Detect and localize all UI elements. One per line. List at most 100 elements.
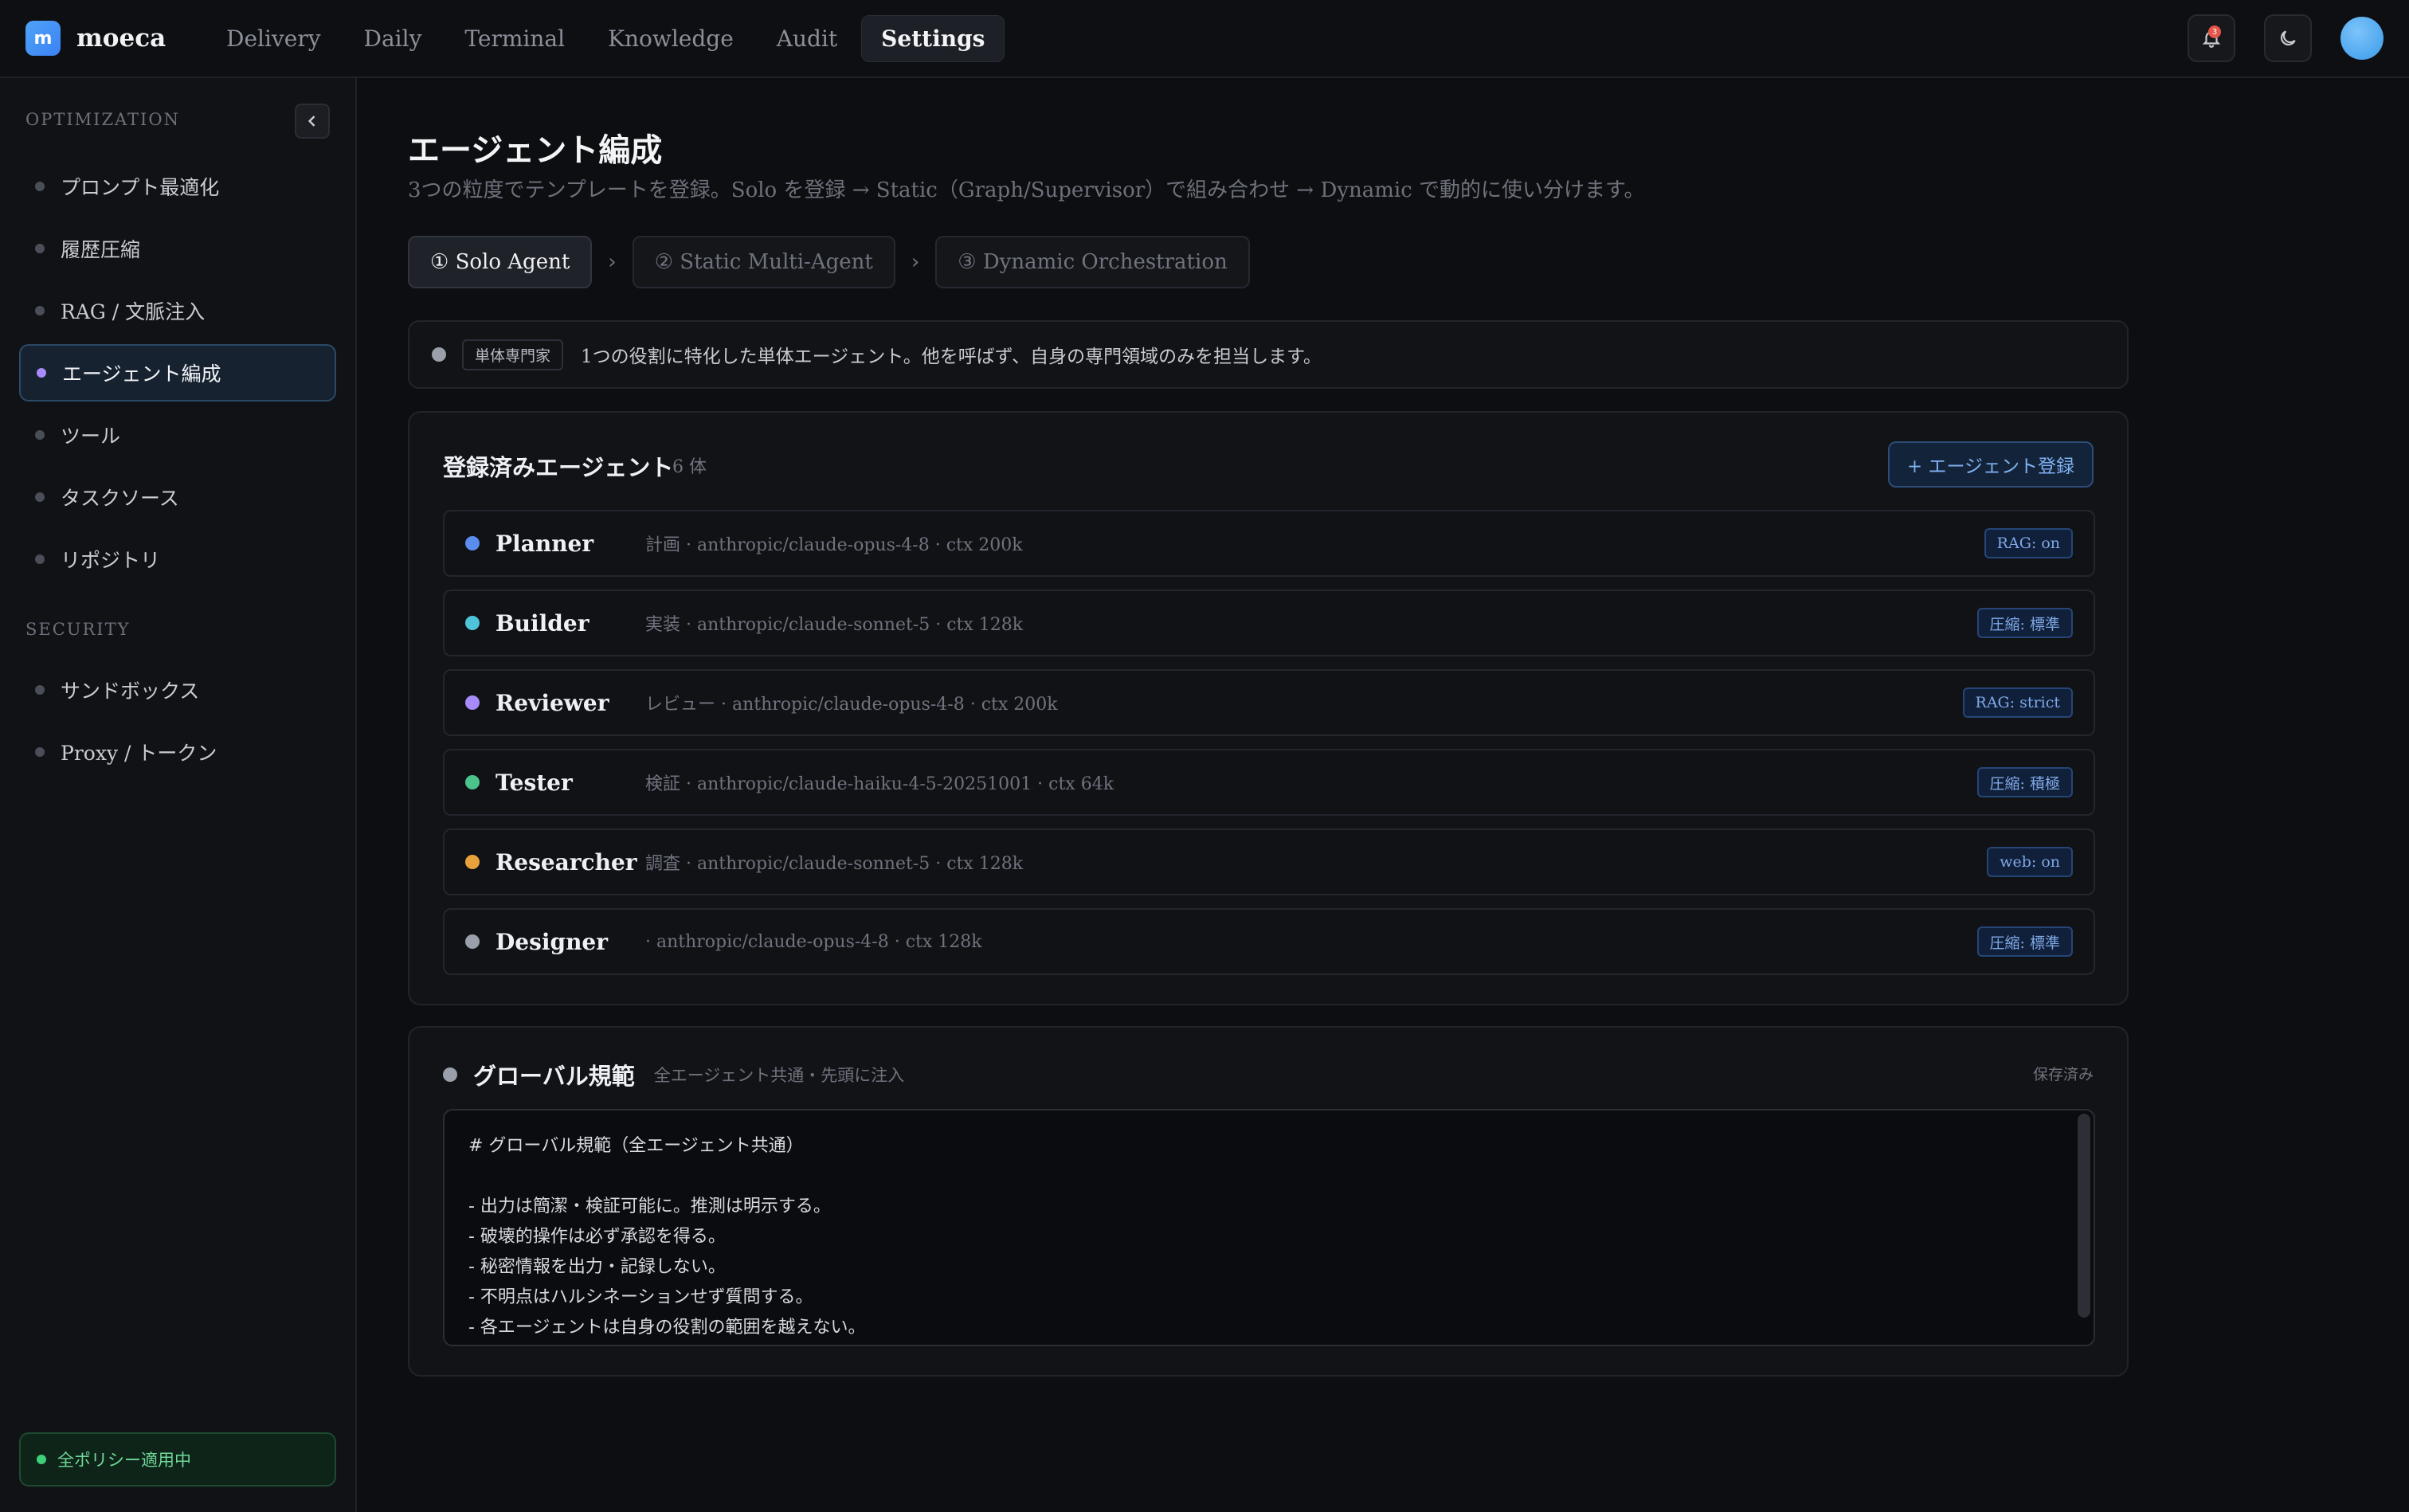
agent-badge: RAG: on — [1984, 528, 2073, 558]
global-rules-title: グローバル規範 — [473, 1063, 635, 1090]
policy-status-badge: 全ポリシー適用中 — [19, 1432, 336, 1487]
add-agent-button[interactable]: + エージェント登録 — [1887, 441, 2094, 488]
sidebar-section-optimization: OPTIMIZATION — [25, 110, 180, 129]
editor-scrollbar[interactable] — [2078, 1114, 2090, 1318]
agent-name: Reviewer — [496, 689, 609, 716]
agent-name: Planner — [496, 530, 594, 557]
status-dot-icon — [432, 347, 446, 362]
agent-meta: 検証 · anthropic/claude-haiku-4-5-20251001… — [645, 774, 1114, 794]
sidebar-item-proxy-token[interactable]: Proxy / トークン — [19, 723, 336, 781]
bullet-icon — [37, 368, 46, 378]
bullet-icon — [35, 244, 45, 253]
sidebar-item-label: Proxy / トークン — [61, 742, 217, 765]
notification-count-badge: 3 — [2208, 25, 2221, 38]
page-subtitle: 3つの粒度でテンプレートを登録。Solo を登録 → Static（Graph/… — [408, 178, 1645, 202]
agent-count: 6 体 — [672, 457, 707, 477]
sidebar: OPTIMIZATION プロンプト最適化 履歴圧縮 RAG / 文脈注入 エー… — [0, 78, 357, 1512]
agent-row-builder[interactable]: Builder 実装 · anthropic/claude-sonnet-5 ·… — [443, 590, 2095, 656]
tab-dynamic-orchestration[interactable]: ③ Dynamic Orchestration — [935, 236, 1250, 288]
nav-knowledge[interactable]: Knowledge — [589, 16, 753, 61]
sidebar-item-task-sources[interactable]: タスクソース — [19, 468, 336, 526]
agent-color-dot-icon — [465, 775, 480, 789]
agent-meta: · anthropic/claude-opus-4-8 · ctx 128k — [645, 931, 982, 952]
policy-status-label: 全ポリシー適用中 — [57, 1451, 191, 1470]
editor-line: - 各エージェントは自身の役割の範囲を越えない。 — [468, 1318, 866, 1338]
sidebar-item-label: ツール — [61, 425, 121, 448]
tab-solo-agent[interactable]: ① Solo Agent — [408, 236, 593, 288]
agent-color-dot-icon — [465, 934, 480, 949]
sidebar-item-sandbox[interactable]: サンドボックス — [19, 661, 336, 719]
brand[interactable]: m moeca — [25, 21, 201, 56]
sidebar-item-agent-orchestration[interactable]: エージェント編成 — [19, 344, 336, 402]
nav-terminal[interactable]: Terminal — [445, 16, 584, 61]
editor-line: - 秘密情報を出力・記録しない。 — [468, 1257, 726, 1277]
bullet-icon — [35, 685, 45, 695]
agent-color-dot-icon — [465, 855, 480, 869]
sidebar-item-prompt-optimization[interactable]: プロンプト最適化 — [19, 158, 336, 215]
tab-static-multi-agent[interactable]: ② Static Multi-Agent — [632, 236, 895, 288]
brand-logo-icon: m — [25, 21, 61, 56]
nav-daily[interactable]: Daily — [345, 16, 441, 61]
nav-audit[interactable]: Audit — [758, 16, 856, 61]
sidebar-item-history-compression[interactable]: 履歴圧縮 — [19, 220, 336, 277]
moon-icon — [2280, 30, 2296, 46]
editor-line: - 破壊的操作は必ず承認を得る。 — [468, 1227, 726, 1247]
agent-color-dot-icon — [465, 616, 480, 630]
editor-line: - 出力は簡潔・検証可能に。推測は明示する。 — [468, 1197, 831, 1216]
bullet-icon — [35, 747, 45, 757]
sidebar-item-repository[interactable]: リポジトリ — [19, 531, 336, 588]
agent-row-planner[interactable]: Planner 計画 · anthropic/claude-opus-4-8 ·… — [443, 510, 2095, 577]
sidebar-item-label: リポジトリ — [61, 549, 161, 572]
top-navigation-bar: m moeca Delivery Daily Terminal Knowledg… — [0, 0, 2409, 78]
editor-line: # グローバル規範（全エージェント共通） — [468, 1136, 804, 1156]
agent-row-designer[interactable]: Designer · anthropic/claude-opus-4-8 · c… — [443, 908, 2095, 975]
agent-badge: RAG: strict — [1962, 687, 2073, 718]
agent-meta: 計画 · anthropic/claude-opus-4-8 · ctx 200… — [645, 535, 1023, 555]
mode-description-text: 1つの役割に特化した単体エージェント。他を呼ばず、自身の専門領域のみを担当します… — [581, 347, 1322, 367]
sidebar-item-label: エージェント編成 — [62, 362, 221, 386]
nav-delivery[interactable]: Delivery — [207, 16, 340, 61]
bullet-icon — [35, 430, 45, 440]
global-rules-editor[interactable]: # グローバル規範（全エージェント共通） - 出力は簡潔・検証可能に。推測は明示… — [443, 1109, 2095, 1346]
editor-line: - 不明点はハルシネーションせず質問する。 — [468, 1287, 813, 1307]
bullet-icon — [35, 554, 45, 564]
sidebar-item-tools[interactable]: ツール — [19, 406, 336, 464]
sidebar-item-label: サンドボックス — [61, 680, 200, 703]
notification-button[interactable]: 3 — [2188, 14, 2235, 62]
main-nav: Delivery Daily Terminal Knowledge Audit … — [207, 14, 1009, 62]
sidebar-item-label: プロンプト最適化 — [61, 176, 220, 199]
nav-settings[interactable]: Settings — [861, 14, 1005, 62]
theme-toggle-button[interactable] — [2264, 14, 2312, 62]
global-rules-subtitle: 全エージェント共通・先頭に注入 — [653, 1066, 905, 1085]
agent-row-reviewer[interactable]: Reviewer レビュー · anthropic/claude-opus-4-… — [443, 669, 2095, 736]
mode-tag: 単体専門家 — [462, 339, 564, 370]
mode-description: 単体専門家 1つの役割に特化した単体エージェント。他を呼ばず、自身の専門領域のみ… — [408, 320, 2129, 389]
registered-agents-title: 登録済みエージェント — [443, 454, 674, 481]
bullet-icon — [35, 306, 45, 315]
agent-row-researcher[interactable]: Researcher 調査 · anthropic/claude-sonnet-… — [443, 828, 2095, 895]
sidebar-item-label: RAG / 文脈注入 — [61, 300, 206, 323]
avatar[interactable] — [2340, 17, 2384, 60]
agent-name: Designer — [496, 928, 608, 955]
status-dot-icon — [37, 1455, 46, 1464]
chevron-right-icon: › — [911, 250, 920, 274]
sidebar-collapse-button[interactable] — [295, 104, 330, 139]
sidebar-item-rag[interactable]: RAG / 文脈注入 — [19, 282, 336, 339]
agent-badge: 圧縮: 積極 — [1976, 767, 2073, 797]
bullet-icon — [35, 182, 45, 191]
brand-name: moeca — [76, 24, 166, 53]
top-actions: 3 — [2159, 14, 2384, 62]
bullet-icon — [35, 492, 45, 502]
registered-agents-card: 登録済みエージェント 6 体 + エージェント登録 Planner 計画 · a… — [408, 411, 2129, 1005]
global-rules-card: グローバル規範 全エージェント共通・先頭に注入 保存済み # グローバル規範（全… — [408, 1026, 2129, 1377]
agent-meta: レビュー · anthropic/claude-opus-4-8 · ctx 2… — [645, 695, 1058, 715]
agent-meta: 調査 · anthropic/claude-sonnet-5 · ctx 128… — [645, 854, 1024, 874]
sidebar-section-security: SECURITY — [25, 620, 131, 639]
agent-name: Tester — [496, 769, 573, 796]
save-status: 保存済み — [2032, 1066, 2094, 1083]
agent-color-dot-icon — [465, 695, 480, 710]
sidebar-item-label: タスクソース — [61, 487, 179, 510]
status-dot-icon — [443, 1067, 457, 1082]
agent-row-tester[interactable]: Tester 検証 · anthropic/claude-haiku-4-5-2… — [443, 749, 2095, 816]
